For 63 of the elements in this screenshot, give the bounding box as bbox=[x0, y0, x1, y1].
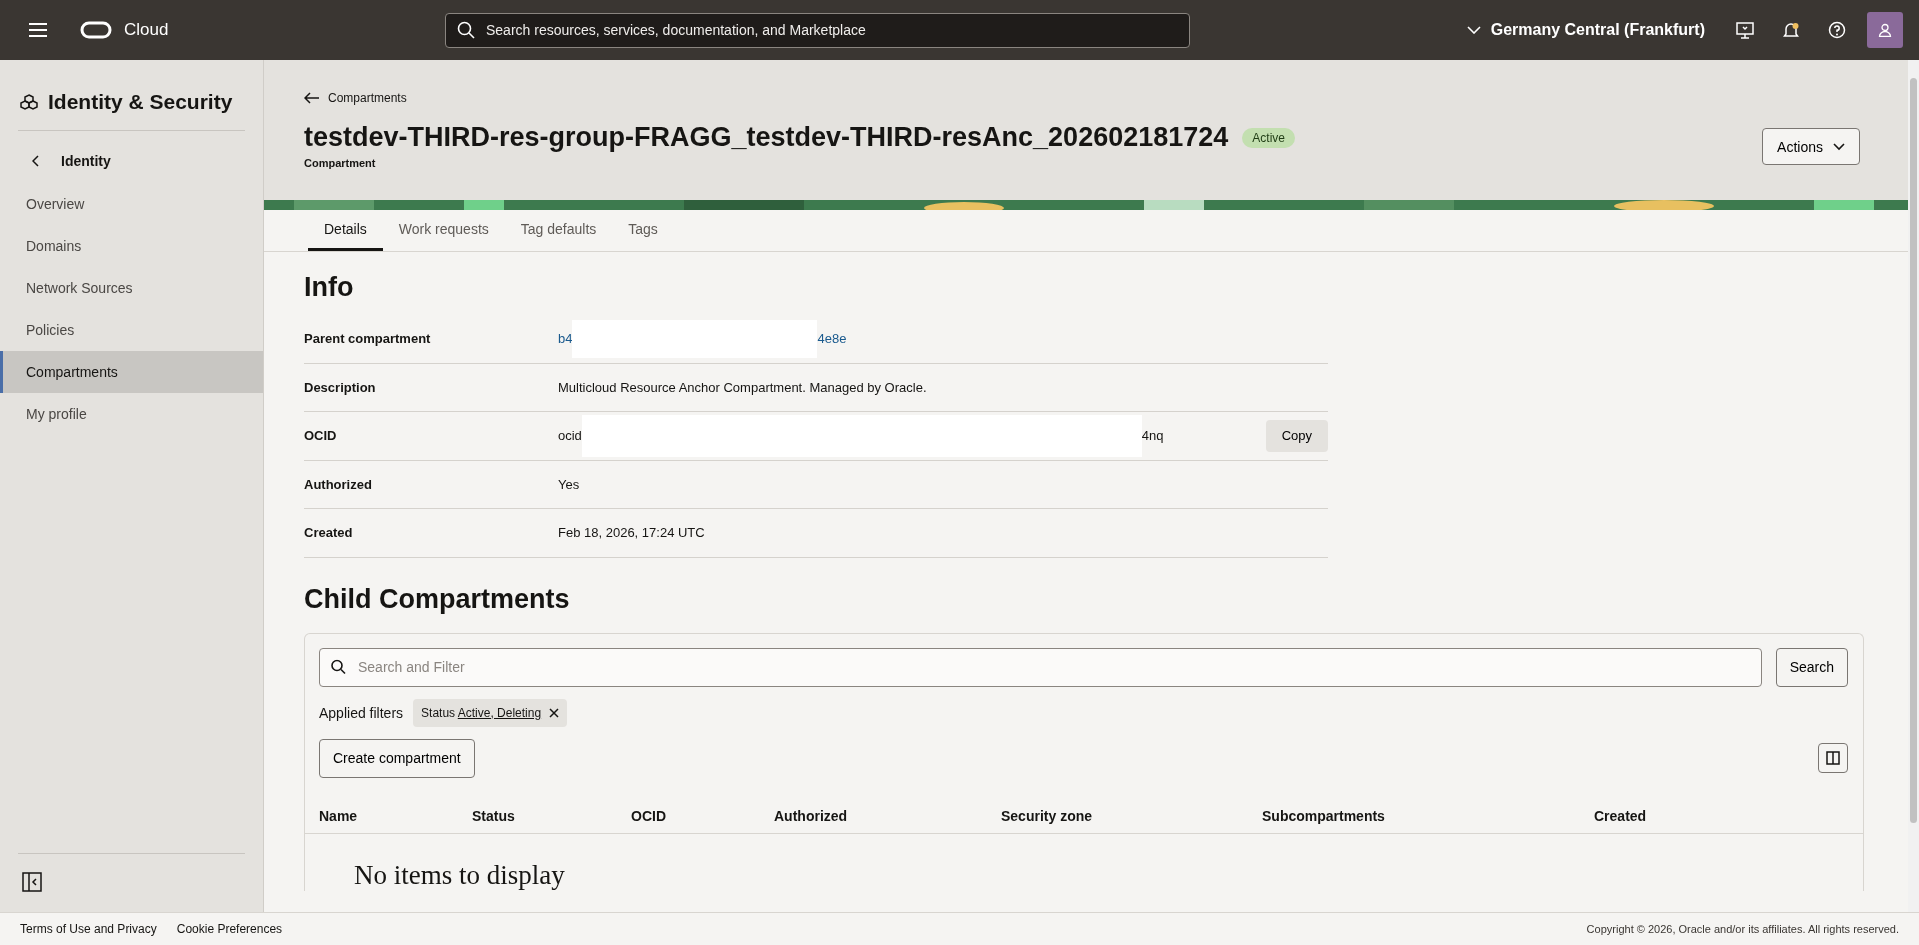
section-heading: Info bbox=[304, 272, 355, 303]
column-header[interactable]: Subcompartments bbox=[1262, 807, 1594, 824]
region-selector[interactable]: Germany Central (Frankfurt) bbox=[1460, 20, 1711, 40]
info-label: Created bbox=[304, 525, 354, 541]
column-header[interactable]: OCID bbox=[631, 807, 774, 824]
footer-link[interactable]: Cookie Preferences bbox=[176, 922, 283, 936]
user-avatar[interactable] bbox=[1867, 12, 1903, 48]
column-header[interactable]: Name bbox=[319, 807, 472, 824]
logo-icon[interactable] bbox=[80, 21, 112, 39]
tab[interactable]: Tag defaults bbox=[504, 210, 613, 251]
search-button[interactable]: Search bbox=[1775, 647, 1848, 687]
search-icon bbox=[457, 21, 475, 39]
info-value: Yes bbox=[558, 476, 581, 492]
scrollbar[interactable] bbox=[1908, 60, 1919, 912]
column-header[interactable]: Created bbox=[1594, 807, 1849, 824]
search-icon bbox=[331, 659, 346, 675]
columns-icon bbox=[1826, 751, 1840, 765]
actions-button[interactable]: Actions bbox=[1762, 128, 1860, 165]
sidebar-item[interactable]: My profile bbox=[0, 393, 263, 435]
chevron-down-icon bbox=[1466, 26, 1481, 34]
filters-label: Applied filters bbox=[319, 704, 404, 721]
filter-chip[interactable]: Status Active, Deleting bbox=[413, 698, 568, 727]
sidebar-item[interactable]: Domains bbox=[0, 225, 263, 267]
footer-link[interactable]: Terms of Use and Privacy bbox=[20, 922, 157, 936]
create-compartment-button[interactable]: Create compartment bbox=[319, 738, 475, 778]
search-field[interactable]: Search resources, services, documentation, and Marketplace bbox=[445, 12, 1190, 48]
close-icon[interactable] bbox=[549, 707, 560, 718]
brand-name[interactable]: Cloud bbox=[124, 20, 169, 40]
arrow-left-icon bbox=[304, 92, 320, 104]
sidebar-item[interactable]: Compartments bbox=[0, 351, 263, 393]
columns-button[interactable] bbox=[1818, 743, 1848, 773]
sidebar-item[interactable]: Policies bbox=[0, 309, 263, 351]
column-header[interactable]: Status bbox=[472, 807, 631, 824]
tab[interactable]: Tags bbox=[612, 210, 674, 251]
info-label: Authorized bbox=[304, 476, 373, 492]
compartment-link[interactable]: b4 4e8e bbox=[558, 319, 1328, 358]
info-value: Multicloud Resource Anchor Compartment. Managed by Oracle. bbox=[558, 379, 928, 395]
back-to-identity[interactable]: Identity bbox=[0, 131, 263, 183]
search-filter-field[interactable]: Search and Filter bbox=[319, 647, 1762, 687]
copy-button[interactable]: Copy bbox=[1265, 419, 1328, 452]
empty-message: No items to display bbox=[353, 858, 566, 891]
status-badge: Active bbox=[1242, 127, 1295, 148]
tab[interactable]: Work requests bbox=[382, 210, 505, 251]
sidebar-title: Identity & Security bbox=[48, 90, 233, 114]
cubes-icon bbox=[20, 94, 38, 110]
back-link[interactable]: Compartments bbox=[304, 88, 1295, 108]
sidebar-item[interactable]: Network Sources bbox=[0, 267, 263, 309]
tab[interactable]: Details bbox=[308, 210, 383, 251]
info-label: Parent compartment bbox=[304, 331, 432, 347]
sidebar-item[interactable]: Overview bbox=[0, 183, 263, 225]
section-heading: Child Compartments bbox=[304, 583, 571, 615]
copyright-text: Copyright © 2026, Oracle and/or its affiliates. All rights reserved. bbox=[1586, 923, 1899, 935]
caret-icon bbox=[1833, 142, 1845, 151]
page-title: testdev-THIRD-res-group-FRAGG_testdev-THIRD-resAnc_202602181724 bbox=[304, 122, 1229, 153]
collapse-sidebar-icon[interactable] bbox=[22, 872, 42, 892]
info-value: Feb 18, 2026, 17:24 UTC bbox=[558, 525, 706, 541]
page-subtitle: Compartment bbox=[304, 157, 377, 169]
column-header[interactable]: Security zone bbox=[1001, 807, 1262, 824]
info-label: Description bbox=[304, 379, 377, 395]
info-label: OCID bbox=[304, 428, 338, 444]
ocid-value: ocid 4nq bbox=[558, 414, 1266, 457]
column-header[interactable]: Authorized bbox=[774, 807, 1001, 824]
chevron-left-icon bbox=[32, 155, 39, 167]
